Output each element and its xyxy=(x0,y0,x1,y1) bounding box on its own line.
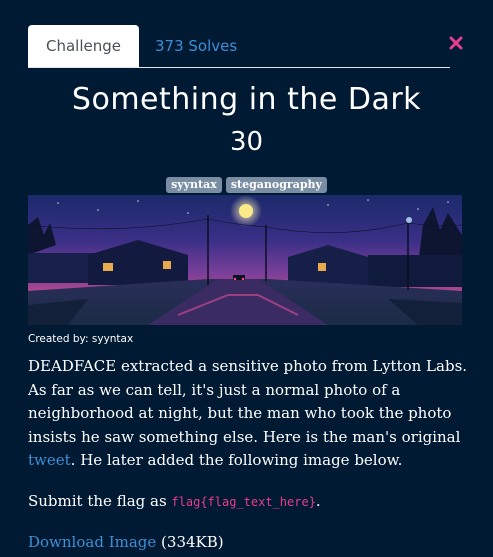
challenge-tags: syyntax steganography xyxy=(0,177,493,193)
tag-category: steganography xyxy=(225,177,327,193)
download-size: (334KB) xyxy=(156,533,224,551)
challenge-description: DEADFACE extracted a sensitive photo fro… xyxy=(28,355,468,473)
tag-author: syyntax xyxy=(166,177,222,193)
tweet-link[interactable]: tweet xyxy=(28,451,71,469)
tab-solves[interactable]: 373 Solves xyxy=(155,25,237,66)
close-icon[interactable] xyxy=(449,36,463,50)
submit-prefix: Submit the flag as xyxy=(28,492,172,510)
flag-format: flag{flag_text_here} xyxy=(171,495,316,509)
challenge-value: 30 xyxy=(229,127,264,157)
challenge-image xyxy=(28,195,462,325)
submit-instructions: Submit the flag as flag{flag_text_here}. xyxy=(28,492,321,510)
submit-suffix: . xyxy=(315,492,321,510)
challenge-modal: Challenge 373 Solves Something in the Da… xyxy=(0,0,493,557)
modal-tabs: Challenge 373 Solves xyxy=(28,25,450,68)
description-text-2: . He later added the following image bel… xyxy=(70,451,403,469)
download-image-link[interactable]: Download Image xyxy=(28,533,156,551)
created-by: Created by: syyntax xyxy=(28,333,134,345)
tab-challenge[interactable]: Challenge xyxy=(28,25,139,67)
challenge-title: Something in the Dark xyxy=(71,82,422,117)
description-text-1: DEADFACE extracted a sensitive photo fro… xyxy=(28,357,468,446)
download-row: Download Image (334KB) xyxy=(28,533,224,551)
